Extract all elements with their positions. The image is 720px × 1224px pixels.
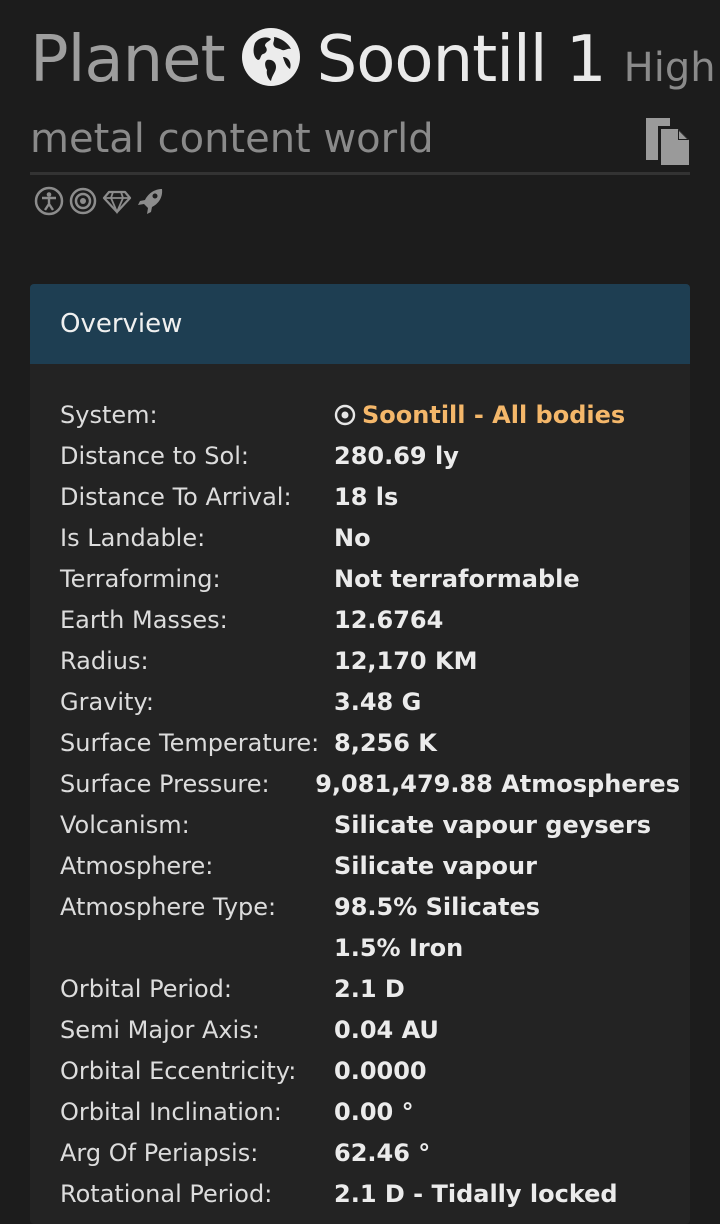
overview-row: Distance to Sol: 280.69 ly — [60, 435, 680, 476]
accessibility-icon — [34, 186, 64, 216]
globe-icon — [241, 26, 301, 86]
row-value: 2.1 D - Tidally locked — [334, 1179, 618, 1208]
overview-row: Radius: 12,170 KM — [60, 640, 680, 681]
overview-row: Atmosphere Type: 98.5% Silicates — [60, 886, 680, 927]
row-value: 12.6764 — [334, 605, 444, 634]
overview-row: Orbital Eccentricity: 0.0000 — [60, 1050, 680, 1091]
row-value: 98.5% Silicates — [334, 892, 541, 921]
row-value: 8,256 K — [334, 728, 437, 757]
row-value: 0.04 AU — [334, 1015, 439, 1044]
overview-row: Earth Masses: 12.6764 — [60, 599, 680, 640]
overview-row: Rotational Period: 2.1 D - Tidally locked — [60, 1173, 680, 1214]
overview-row: Gravity: 3.48 G — [60, 681, 680, 722]
row-label: Orbital Inclination: — [60, 1097, 282, 1126]
overview-row: 1.5% Iron — [60, 927, 680, 968]
system-name-link[interactable]: Soontill — [362, 401, 466, 429]
row-value: 9,081,479.88 Atmospheres — [315, 769, 680, 798]
row-label: Rotational Period: — [60, 1179, 273, 1208]
row-label: Distance to Sol: — [60, 441, 249, 470]
rocket-icon — [138, 189, 163, 214]
row-value: Silicate vapour geysers — [334, 810, 652, 839]
row-value: Not terraformable — [334, 564, 580, 593]
row-value: No — [334, 523, 371, 552]
all-bodies-link[interactable]: All bodies — [492, 401, 625, 429]
row-label: Semi Major Axis: — [60, 1015, 260, 1044]
overview-list: System: Soontill - All bodies Distance t… — [60, 394, 680, 1214]
row-label: Arg Of Periapsis: — [60, 1138, 259, 1167]
row-label: Orbital Eccentricity: — [60, 1056, 297, 1085]
row-label: Terraforming: — [60, 564, 221, 593]
overview-row: Is Landable: No — [60, 517, 680, 558]
row-value: 0.0000 — [334, 1056, 427, 1085]
row-label: Surface Temperature: — [60, 728, 320, 757]
page-title: Planet Soontill 1 High metal content wor… — [30, 20, 716, 165]
row-value: 3.48 G — [334, 687, 422, 716]
system-separator: - — [465, 400, 493, 429]
overview-row: Orbital Inclination: 0.00 ° — [60, 1091, 680, 1132]
subtitle-part1: High — [623, 45, 716, 91]
row-label: Is Landable: — [60, 523, 206, 552]
row-label: System: — [60, 400, 158, 429]
row-label: Earth Masses: — [60, 605, 228, 634]
title-divider — [30, 172, 690, 175]
row-label: Surface Pressure: — [60, 769, 270, 798]
body-name: Soontill 1 — [316, 23, 607, 97]
overview-row: Volcanism: Silicate vapour geysers — [60, 804, 680, 845]
overview-row: Surface Pressure: 9,081,479.88 Atmosphere… — [60, 763, 680, 804]
row-value: 280.69 ly — [334, 441, 459, 470]
diamond-icon — [102, 190, 132, 215]
row-value: 1.5% Iron — [334, 933, 464, 962]
overview-row: Atmosphere: Silicate vapour — [60, 845, 680, 886]
overview-row: Terraforming: Not terraformable — [60, 558, 680, 599]
row-label: Orbital Period: — [60, 974, 232, 1003]
overview-row: Surface Temperature: 8,256 K — [60, 722, 680, 763]
system-link[interactable]: Soontill - All bodies — [334, 401, 625, 429]
row-value: 18 ls — [334, 482, 399, 511]
row-label: Atmosphere: — [60, 851, 214, 880]
overview-panel: Overview System: Soontill - All bodies D… — [30, 284, 690, 1224]
row-value: Silicate vapour — [334, 851, 537, 880]
row-label: Radius: — [60, 646, 149, 675]
row-value: 12,170 KM — [334, 646, 478, 675]
feature-badges — [34, 186, 166, 216]
target-icon — [334, 404, 356, 426]
target-icon — [69, 187, 97, 215]
overview-row: Semi Major Axis: 0.04 AU — [60, 1009, 680, 1050]
overview-header[interactable]: Overview — [30, 284, 690, 364]
row-label: Distance To Arrival: — [60, 482, 292, 511]
overview-row: Distance To Arrival: 18 ls — [60, 476, 680, 517]
copy-icon[interactable] — [642, 116, 692, 166]
overview-row: Orbital Period: 2.1 D — [60, 968, 680, 1009]
row-label: Volcanism: — [60, 810, 190, 839]
row-value: 62.46 ° — [334, 1138, 431, 1167]
row-value: 2.1 D — [334, 974, 405, 1003]
overview-row: Arg Of Periapsis: 62.46 ° — [60, 1132, 680, 1173]
row-value: 0.00 ° — [334, 1097, 414, 1126]
subtitle-part2: metal content world — [30, 116, 434, 162]
overview-row-system: System: Soontill - All bodies — [60, 394, 680, 435]
row-label: Atmosphere Type: — [60, 892, 277, 921]
body-kind: Planet — [30, 23, 226, 97]
row-label: Gravity: — [60, 687, 154, 716]
